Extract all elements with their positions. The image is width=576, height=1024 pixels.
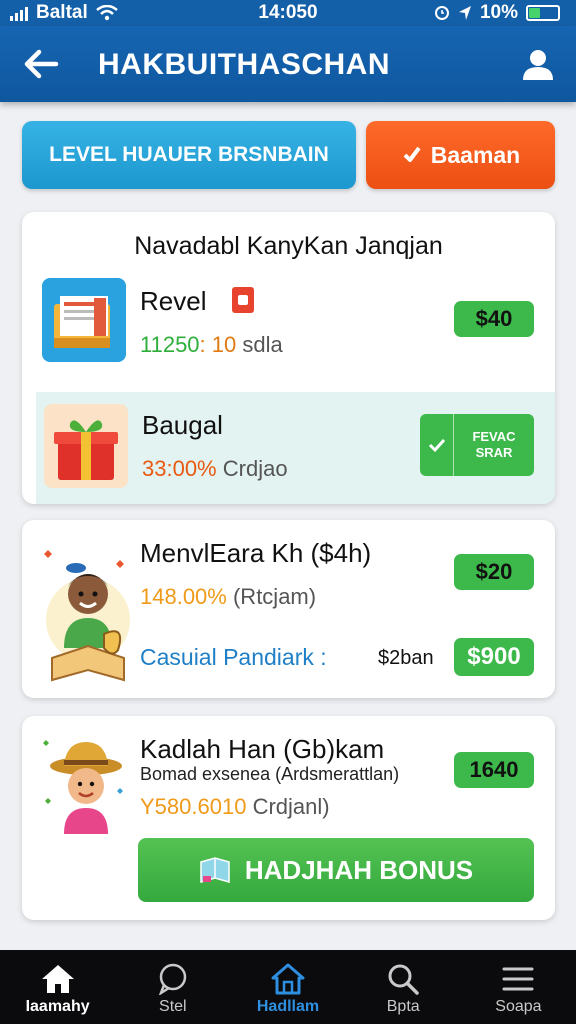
explorer-avatar: [40, 734, 130, 834]
item-subtitle: Y580.6010 Crdjanl): [140, 794, 330, 819]
casual-link[interactable]: Casuial Pandiark :: [140, 644, 327, 671]
item-name: Revel: [140, 286, 207, 316]
claim-button-label: FEVAC SRAR: [472, 429, 516, 460]
boy-reading-avatar: [42, 538, 134, 688]
battery-percent: 10%: [479, 2, 518, 23]
nav-label: Bpta: [386, 998, 420, 1015]
nav-label: Stel: [159, 998, 187, 1015]
nav-item-search[interactable]: Bpta: [346, 950, 461, 1024]
book-bonus-icon: [200, 857, 230, 883]
nav-item-chat[interactable]: Stel: [115, 950, 230, 1024]
item-subtitle: 11250: 10 sdla: [140, 332, 283, 357]
item-name: Kadlah Han (Gb)kam: [140, 734, 385, 764]
nav-label: Hadllam: [256, 998, 320, 1015]
search-icon: [388, 964, 419, 995]
gift-icon: [54, 420, 118, 480]
boy-reading-icon: [44, 550, 130, 682]
gift-thumbnail: [44, 404, 128, 488]
back-button[interactable]: [18, 46, 64, 82]
claim-button[interactable]: FEVAC SRAR: [420, 414, 534, 476]
card-title: Navadabl KanyKan Janqjan: [134, 232, 443, 260]
clock: 14:050: [258, 2, 318, 23]
profile-button[interactable]: [518, 44, 558, 84]
alarm-icon: [434, 6, 449, 20]
arrow-left-icon: [24, 49, 59, 79]
item-name: Baugal: [142, 410, 223, 440]
offer-card-2: MenvlEara Kh ($4h) 148.00% (Rtcjam) $20 …: [22, 520, 555, 698]
page-title: HAKBUITHASCHAN: [98, 48, 390, 81]
orange-button-label: Baaman: [430, 141, 521, 168]
level-button[interactable]: LEVEL HUAUER BRSNBAIN: [22, 121, 356, 189]
nav-label: Iaamahy: [25, 998, 90, 1015]
bonus-button-label: HADJHAH BONUS: [244, 854, 474, 885]
offer-card-3: Kadlah Han (Gb)kam Bomad exsenea (Ardsme…: [22, 716, 555, 920]
item-subtitle: 33:00% Crdjao: [142, 456, 288, 481]
home-icon: [41, 965, 74, 993]
nav-item-hadllam[interactable]: Hadllam: [230, 950, 345, 1024]
price-button[interactable]: 1640: [454, 752, 534, 788]
book-thumbnail: [42, 278, 126, 362]
explorer-boy-icon: [43, 740, 123, 834]
price-button[interactable]: $40: [454, 301, 534, 337]
orange-action-button[interactable]: Baaman: [366, 121, 555, 189]
status-bar: Baltal 14:050 10%: [0, 0, 576, 26]
price-button-2[interactable]: $900: [454, 638, 534, 676]
play-arrow-icon: [403, 146, 421, 162]
item-name: MenvlEara Kh ($4h): [140, 538, 372, 568]
nav-label: Soapa: [495, 998, 542, 1015]
app-header: HAKBUITHASCHAN: [0, 26, 576, 102]
offer-card-1: Navadabl KanyKan Janqjan Revel 11250: 10…: [22, 212, 555, 504]
extra-label: $2ban: [378, 647, 434, 669]
bonus-button[interactable]: HADJHAH BONUS: [138, 838, 534, 902]
location-icon: [458, 6, 471, 20]
battery-icon: [526, 5, 560, 21]
bottom-navigation: Iaamahy Stel Hadllam Bpta Soapa: [0, 950, 576, 1024]
user-icon: [523, 50, 553, 80]
chat-icon: [158, 963, 187, 995]
nav-item-home[interactable]: Iaamahy: [0, 950, 115, 1024]
item-subtitle: 148.00% (Rtcjam): [140, 584, 317, 609]
nav-item-menu[interactable]: Soapa: [461, 950, 576, 1024]
badge-icon: [232, 287, 254, 313]
book-icon: [54, 296, 110, 348]
item-description: Bomad exsenea (Ardsmerattlan): [140, 764, 400, 784]
check-icon: [428, 438, 445, 453]
house-outline-icon: [271, 963, 305, 995]
price-button[interactable]: $20: [454, 554, 534, 590]
menu-icon: [502, 967, 534, 991]
